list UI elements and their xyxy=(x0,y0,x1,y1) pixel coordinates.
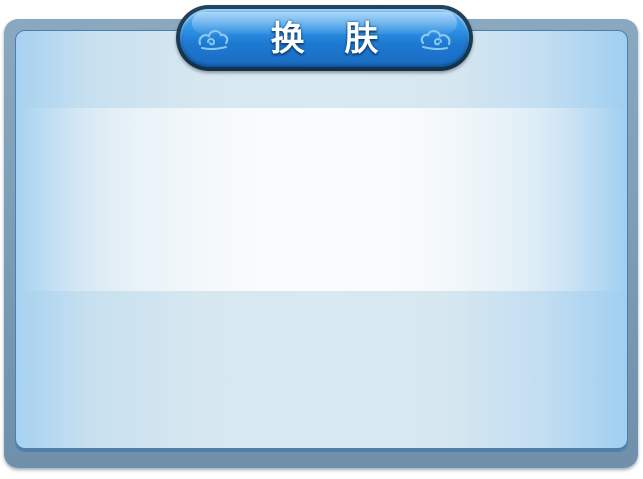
skin-dialog xyxy=(4,19,638,468)
dialog-content-panel xyxy=(15,30,628,452)
title-plaque: 换 肤 xyxy=(176,5,473,71)
cloud-swirl-right-icon xyxy=(420,29,451,51)
title-plaque-face: 换 肤 xyxy=(180,9,469,67)
content-area xyxy=(16,108,627,291)
